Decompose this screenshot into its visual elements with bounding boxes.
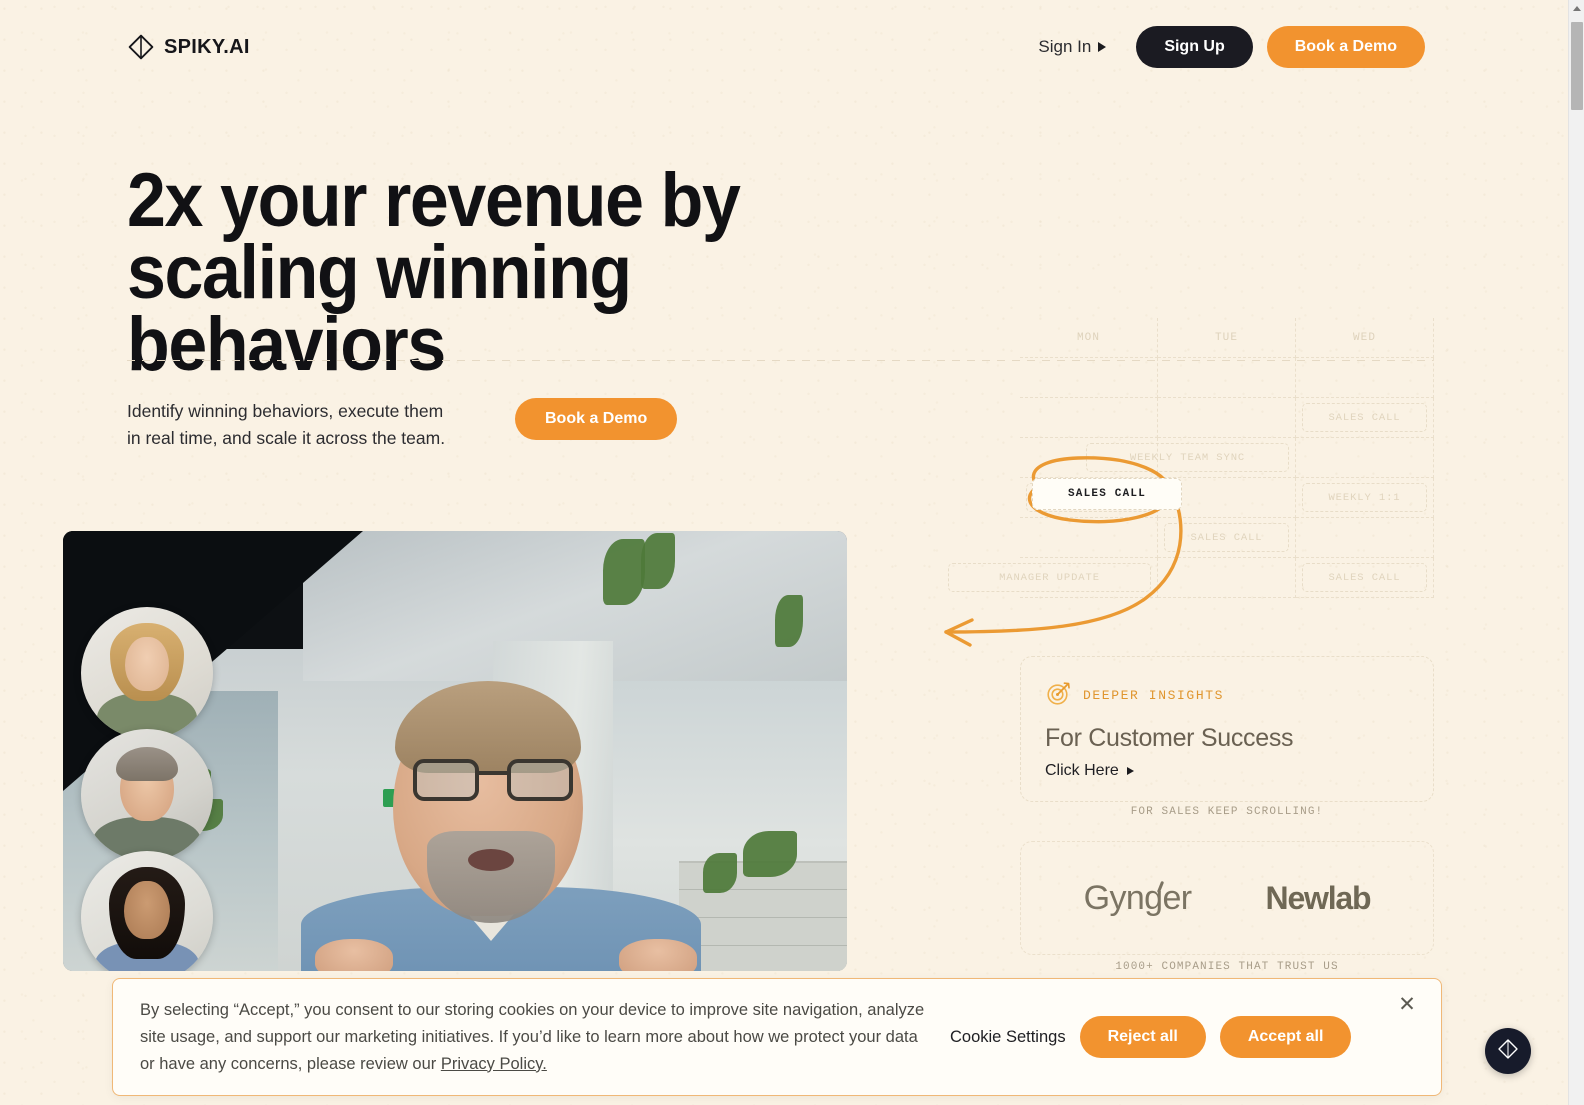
- insight-card[interactable]: DEEPER INSIGHTS For Customer Success Cli…: [1020, 656, 1434, 802]
- page-title: 2x your revenue by scaling winning behav…: [127, 158, 900, 383]
- insight-tag: DEEPER INSIGHTS: [1045, 679, 1409, 712]
- cookie-banner-actions: Cookie Settings Reject all Accept all: [950, 1016, 1352, 1058]
- calendar-cell: [1296, 358, 1434, 398]
- chevron-up-icon: [1573, 6, 1581, 11]
- hero-video[interactable]: [63, 531, 847, 971]
- sign-in-link[interactable]: Sign In: [1028, 31, 1116, 63]
- trust-caption: 1000+ COMPANIES THAT TRUST US: [1115, 961, 1339, 973]
- calendar-cell: [1158, 398, 1296, 438]
- close-icon[interactable]: ✕: [1395, 993, 1419, 1017]
- site-header: SPIKY.AI Sign In Sign Up Book a Demo: [0, 0, 1568, 95]
- calendar-day-header: MON: [1020, 318, 1158, 358]
- page-root: SPIKY.AI Sign In Sign Up Book a Demo 2x …: [0, 0, 1568, 1105]
- main-nav: Sign In Sign Up Book a Demo: [1028, 26, 1425, 68]
- reject-all-button[interactable]: Reject all: [1079, 1016, 1206, 1058]
- spiky-diamond-icon: [1496, 1037, 1520, 1066]
- spiky-assistant-button[interactable]: [1485, 1028, 1531, 1074]
- brand-logo[interactable]: SPIKY.AI: [127, 33, 250, 61]
- calendar-event[interactable]: SALES CALL: [1302, 403, 1427, 432]
- cookie-settings-button[interactable]: Cookie Settings: [950, 1028, 1066, 1047]
- calendar-highlighted-event[interactable]: SALES CALL: [1032, 478, 1182, 510]
- sign-in-label: Sign In: [1038, 37, 1092, 56]
- sign-up-button[interactable]: Sign Up: [1136, 26, 1253, 68]
- customer-logos-card: Gynger Newlab: [1020, 841, 1434, 955]
- caret-right-icon: [1126, 767, 1134, 775]
- accept-all-button[interactable]: Accept all: [1219, 1016, 1352, 1058]
- logo-gynger: Gynger: [1083, 878, 1193, 917]
- insight-tag-label: DEEPER INSIGHTS: [1083, 688, 1225, 703]
- calendar-cell: [1158, 358, 1296, 398]
- avatar[interactable]: [81, 729, 213, 861]
- insight-title: For Customer Success: [1045, 724, 1294, 752]
- calendar-cell: WEEKLY 1:1: [1296, 478, 1434, 518]
- logo-newlab: Newlab: [1265, 879, 1372, 916]
- calendar-cell: [1020, 358, 1158, 398]
- page-scrollbar[interactable]: [1568, 0, 1584, 1105]
- scrollbar-thumb[interactable]: [1571, 22, 1583, 110]
- target-dart-icon: [1045, 679, 1073, 712]
- scroll-up-button[interactable]: [1569, 0, 1584, 17]
- spiky-diamond-icon: [127, 33, 155, 61]
- privacy-policy-link[interactable]: Privacy Policy.: [441, 1055, 547, 1073]
- calendar-cell: SALES CALL: [1296, 398, 1434, 438]
- caret-right-icon: [1098, 42, 1107, 52]
- annotation-arrow-icon: [944, 456, 1183, 647]
- cookie-consent-banner: By selecting “Accept,” you consent to ou…: [112, 978, 1442, 1096]
- calendar-day-header: WED: [1296, 318, 1434, 358]
- calendar-cell: [1020, 398, 1158, 438]
- avatar[interactable]: [81, 607, 213, 739]
- headline-line-1: 2x your revenue by: [127, 158, 741, 243]
- calendar-cell: [1296, 518, 1434, 558]
- cookie-banner-text: By selecting “Accept,” you consent to ou…: [140, 997, 930, 1078]
- calendar-event[interactable]: SALES CALL: [1302, 563, 1427, 592]
- calendar-event[interactable]: WEEKLY 1:1: [1302, 483, 1427, 512]
- insight-link-label: Click Here: [1045, 762, 1119, 779]
- brand-name: SPIKY.AI: [164, 35, 250, 58]
- book-demo-button-hero[interactable]: Book a Demo: [515, 398, 678, 440]
- book-demo-button-nav[interactable]: Book a Demo: [1266, 26, 1425, 68]
- calendar-day-header: TUE: [1158, 318, 1296, 358]
- calendar-cell: SALES CALL: [1296, 558, 1434, 598]
- insight-click-here-link[interactable]: Click Here: [1045, 762, 1409, 780]
- calendar-cell: [1296, 438, 1434, 478]
- scroll-hint: FOR SALES KEEP SCROLLING!: [1130, 806, 1324, 818]
- avatar[interactable]: [81, 851, 213, 971]
- hero-subsection: Identify winning behaviors, execute them…: [127, 398, 678, 452]
- hero-subtext: Identify winning behaviors, execute them…: [127, 401, 446, 448]
